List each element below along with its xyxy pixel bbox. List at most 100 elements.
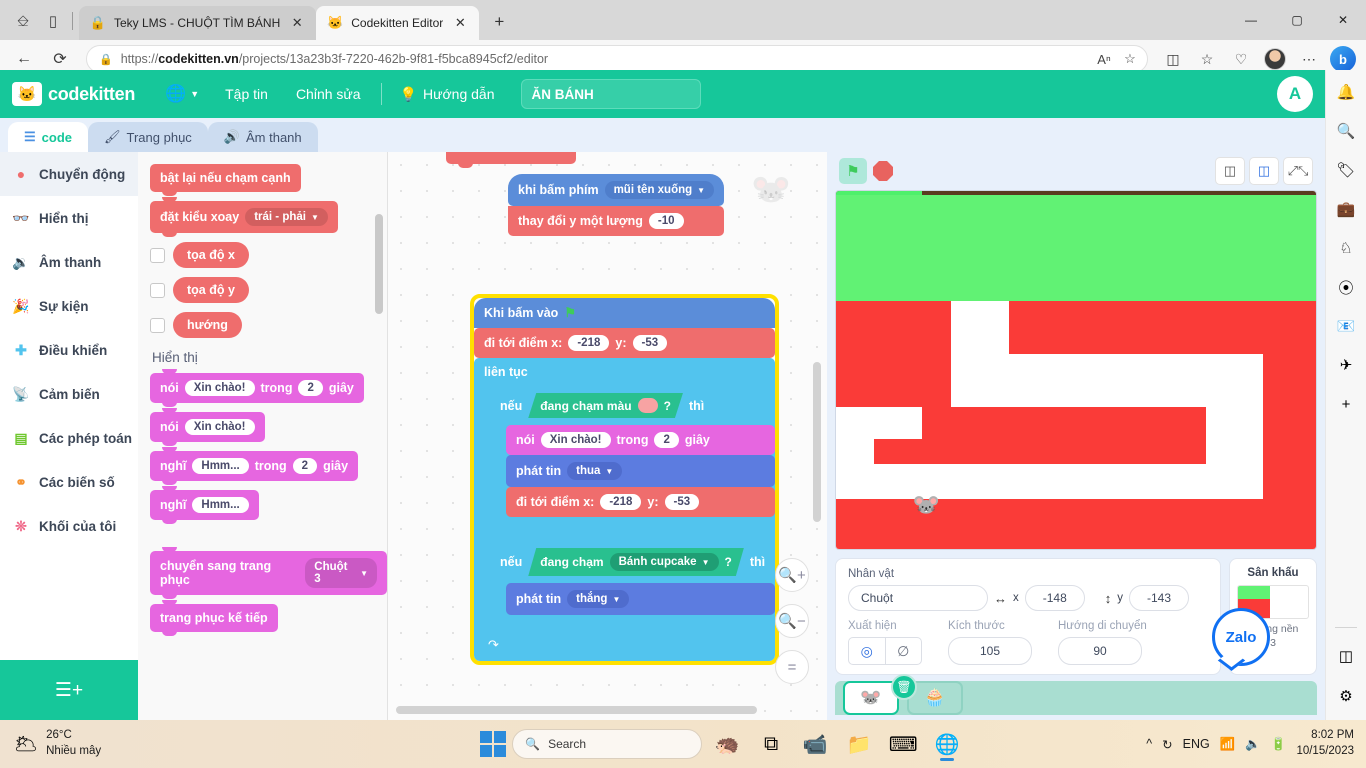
maximize-button[interactable]: ▢ xyxy=(1274,0,1320,40)
category-events[interactable]: 🎉 Sự kiện xyxy=(0,284,138,328)
sprite-direction-input[interactable]: 90 xyxy=(1058,637,1142,665)
menu-edit[interactable]: Chỉnh sửa xyxy=(282,86,375,102)
task-view-icon[interactable]: ⧉ xyxy=(752,725,790,763)
close-icon[interactable]: ✕ xyxy=(451,14,469,32)
say-seconds-input[interactable]: 2 xyxy=(654,432,679,448)
think-seconds-input[interactable]: 2 xyxy=(292,458,318,474)
block-broadcast-win[interactable]: phát tin thắng ▼ xyxy=(506,583,776,615)
canvas-vertical-scrollbar[interactable] xyxy=(813,362,821,522)
block-change-y-by[interactable]: thay đổi y một lượng -10 xyxy=(508,206,725,236)
block-when-key-pressed[interactable]: khi bấm phím mũi tên xuống ▼ xyxy=(508,174,725,206)
menu-file[interactable]: Tập tin xyxy=(211,86,282,102)
clock[interactable]: 8:02 PM 10/15/2023 xyxy=(1296,728,1354,759)
tab-actions-icon[interactable]: ⎒ xyxy=(8,6,38,36)
block-say[interactable]: nói Xin chào! xyxy=(150,408,265,446)
block-forever[interactable]: liên tục nếu đang chạm màu ? thì nói Xin… xyxy=(474,358,776,661)
say-text-input[interactable]: Xin chào! xyxy=(184,419,255,435)
browser-tab-1[interactable]: 🔒 Teky LMS - CHUỘT TÌM BÁNH ✕ xyxy=(79,6,317,40)
goto-y-input[interactable]: -53 xyxy=(632,335,668,351)
category-control[interactable]: ✚ Điều khiển xyxy=(0,328,138,372)
add-sidebar-app-icon[interactable]: + xyxy=(1332,390,1360,418)
search-icon[interactable]: 🔍 xyxy=(1332,117,1360,145)
checkbox-y-position[interactable] xyxy=(150,282,165,298)
large-stage-icon[interactable]: ◫ xyxy=(1249,157,1279,185)
app-logo[interactable]: 🐱 codekitten xyxy=(12,82,135,106)
block-say-for-seconds[interactable]: nói Xin chào! trong 2 giây xyxy=(150,369,364,407)
send-plane-icon[interactable]: ✈ xyxy=(1332,351,1360,379)
reporter-direction[interactable]: hướng xyxy=(173,312,242,338)
onedrive-sync-icon[interactable]: ↻ xyxy=(1162,737,1172,752)
games-icon[interactable]: ♘ xyxy=(1332,234,1360,262)
outlook-icon[interactable]: 📧 xyxy=(1332,312,1360,340)
split-pane-icon[interactable]: ◫ xyxy=(1332,642,1360,670)
category-sound[interactable]: 🔉 Âm thanh xyxy=(0,240,138,284)
category-my-blocks[interactable]: ❊ Khối của tôi xyxy=(0,504,138,548)
block-think-for-seconds[interactable]: nghĩ Hmm... trong 2 giây xyxy=(150,447,359,485)
say-seconds-input[interactable]: 2 xyxy=(298,380,323,396)
settings-gear-icon[interactable]: ⚙ xyxy=(1332,682,1360,710)
project-name-input[interactable]: ĂN BÁNH xyxy=(520,79,701,109)
sprite-size-input[interactable]: 105 xyxy=(948,637,1032,665)
category-looks[interactable]: 👓 Hiển thị xyxy=(0,196,138,240)
broadcast-message-dropdown[interactable]: thắng ▼ xyxy=(567,590,630,608)
key-dropdown[interactable]: mũi tên xuống ▼ xyxy=(604,181,715,199)
stage-display[interactable]: 🐭 xyxy=(835,190,1317,550)
tab-costumes[interactable]: 🖌 Trang phục xyxy=(88,122,208,152)
menu-guide[interactable]: 💡 Hướng dẫn xyxy=(388,86,507,103)
block-if-touching-sprite[interactable]: nếu đang chạm Bánh cupcake ▼ ? thì phát … xyxy=(490,541,776,637)
block-go-to-xy-2[interactable]: đi tới điểm x: -218 y: -53 xyxy=(506,487,776,517)
file-explorer-icon[interactable]: 📁 xyxy=(840,725,878,763)
close-icon[interactable]: ✕ xyxy=(288,14,306,32)
tab-code[interactable]: ☰ code xyxy=(8,122,88,152)
block-when-flag-clicked[interactable]: Khi bấm vào ⚑ xyxy=(474,298,776,328)
broadcast-message-dropdown[interactable]: thua ▼ xyxy=(567,462,623,480)
add-extension-button[interactable]: ☰+ xyxy=(0,660,138,720)
address-bar[interactable]: 🔒 https://codekitten.vn/projects/13a23b3… xyxy=(86,45,1148,73)
checkbox-x-position[interactable] xyxy=(150,247,165,263)
widgets-hedgehog-icon[interactable]: 🦔 xyxy=(708,725,746,763)
user-avatar[interactable]: A xyxy=(1277,76,1313,112)
block-palette[interactable]: bật lại nếu chạm cạnh đặt kiểu xoay trái… xyxy=(138,152,388,720)
sprite-x-input[interactable]: -148 xyxy=(1024,585,1085,611)
language-selector[interactable]: 🌐 ▼ xyxy=(153,84,211,104)
block-touching-color[interactable]: đang chạm màu ? xyxy=(528,393,683,418)
search-input[interactable]: 🔍 Search xyxy=(512,729,703,759)
notifications-bell-icon[interactable]: 🔔 xyxy=(1332,78,1360,106)
visibility-toggle[interactable]: ◎ ∅ xyxy=(848,637,922,665)
sprite-name-input[interactable]: Chuột xyxy=(848,585,988,611)
weather-widget[interactable]: 🌥 26°C Nhiều mây xyxy=(0,728,300,759)
script-main[interactable]: Khi bấm vào ⚑ đi tới điểm x: -218 y: -53… xyxy=(470,294,780,665)
block-go-to-xy-1[interactable]: đi tới điểm x: -218 y: -53 xyxy=(474,328,776,358)
block-switch-costume[interactable]: chuyển sang trang phục Chuột 3 ▼ xyxy=(150,547,387,599)
goto-x-input[interactable]: -218 xyxy=(568,335,610,351)
tab-vertical-tabs-icon[interactable]: ▯ xyxy=(38,6,68,36)
minimize-button[interactable]: — xyxy=(1228,0,1274,40)
script-key-down[interactable]: khi bấm phím mũi tên xuống ▼ thay đổi y m… xyxy=(508,174,725,236)
shopping-tag-icon[interactable]: 🏷 xyxy=(1332,156,1360,184)
browser-tab-2[interactable]: 🐱 Codekitten Editor ✕ xyxy=(316,6,480,40)
code-canvas[interactable]: 🐭 khi bấm phím mũi tên xuống ▼ thay đổi y… xyxy=(388,152,827,720)
hide-sprite-icon[interactable]: ∅ xyxy=(884,638,922,664)
costume-dropdown[interactable]: Chuột 3 ▼ xyxy=(305,558,377,588)
small-stage-icon[interactable]: ◫ xyxy=(1215,157,1245,185)
goto2-x-input[interactable]: -218 xyxy=(600,494,642,510)
script-partial-top[interactable] xyxy=(446,152,576,168)
start-button[interactable] xyxy=(480,731,507,757)
block-bounce-on-edge[interactable]: bật lại nếu chạm cạnh xyxy=(150,164,301,196)
volume-icon[interactable]: 🔈 xyxy=(1245,737,1261,752)
edge-icon[interactable]: 🌐 xyxy=(928,725,966,763)
say-text-input[interactable]: Xin chào! xyxy=(540,432,611,448)
block-if-touching-color[interactable]: nếu đang chạm màu ? thì nói Xin chào! tr… xyxy=(490,386,776,539)
category-operators[interactable]: ▤ Các phép toán xyxy=(0,416,138,460)
block-next-costume[interactable]: trang phục kế tiếp xyxy=(150,600,278,636)
stop-sign-icon[interactable] xyxy=(873,161,893,181)
green-flag-icon[interactable]: ⚑ xyxy=(839,158,867,184)
rotation-style-dropdown[interactable]: trái - phải ▼ xyxy=(245,208,328,226)
battery-icon[interactable]: 🔋 xyxy=(1271,737,1287,752)
color-swatch[interactable] xyxy=(638,398,658,413)
change-y-value[interactable]: -10 xyxy=(648,213,684,229)
fullscreen-icon[interactable]: ⤢⤡ xyxy=(1283,157,1313,185)
sprite-y-input[interactable]: -143 xyxy=(1129,585,1189,611)
block-think[interactable]: nghĩ Hmm... xyxy=(150,486,259,524)
palette-scrollbar[interactable] xyxy=(375,214,383,314)
